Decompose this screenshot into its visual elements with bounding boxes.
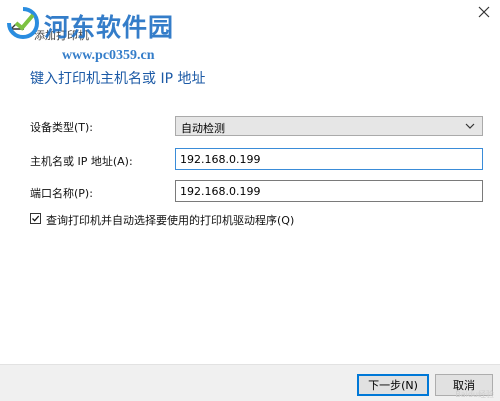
- watermark-url: www.pc0359.cn: [62, 48, 155, 63]
- corner-watermark: Baidu经验: [455, 390, 494, 399]
- port-name-input[interactable]: [175, 180, 483, 202]
- watermark-title: 河东软件园: [44, 13, 175, 42]
- hostname-input[interactable]: [175, 148, 483, 170]
- port-name-label: 端口名称(P):: [30, 187, 93, 200]
- close-icon[interactable]: [476, 4, 492, 20]
- chevron-down-icon: [465, 123, 475, 129]
- query-printer-label[interactable]: 查询打印机并自动选择要使用的打印机驱动程序(Q): [46, 212, 294, 228]
- device-type-label: 设备类型(T):: [30, 121, 94, 134]
- device-type-select[interactable]: 自动检测: [175, 116, 483, 136]
- button-bar: 下一步(N) 取消 Baidu经验: [0, 364, 500, 401]
- hostname-label: 主机名或 IP 地址(A):: [30, 155, 133, 168]
- checkmark-icon: [32, 215, 40, 222]
- page-heading: 键入打印机主机名或 IP 地址: [30, 71, 206, 87]
- next-button[interactable]: 下一步(N): [357, 374, 429, 396]
- device-type-value: 自动检测: [181, 122, 225, 135]
- query-printer-checkbox[interactable]: [30, 213, 41, 224]
- watermark-logo-icon: [7, 7, 40, 40]
